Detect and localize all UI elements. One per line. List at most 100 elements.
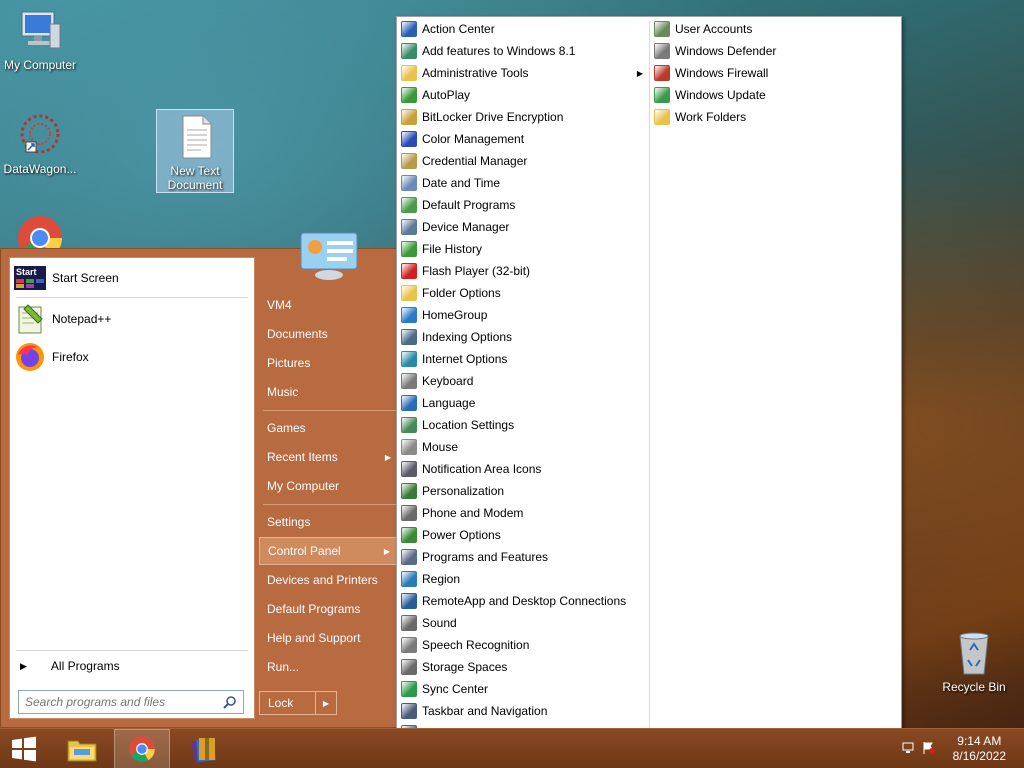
link-pictures[interactable]: Pictures <box>259 349 397 377</box>
cp-item-work-folders[interactable]: Work Folders <box>650 106 902 128</box>
cp-item-language[interactable]: Language <box>397 392 649 414</box>
cp-item-label: Storage Spaces <box>422 660 508 674</box>
cp-item-label: Power Options <box>422 528 501 542</box>
chrome-icon <box>128 735 156 763</box>
language-icon <box>401 395 417 411</box>
link-run[interactable]: Run... <box>259 653 397 681</box>
link-documents[interactable]: Documents <box>259 320 397 348</box>
cp-item-region[interactable]: Region <box>397 568 649 590</box>
link-label: Control Panel <box>268 544 341 558</box>
cp-item-internet-options[interactable]: Internet Options <box>397 348 649 370</box>
taskbar-chrome[interactable] <box>114 729 170 768</box>
link-games[interactable]: Games <box>259 414 397 442</box>
search-icon[interactable] <box>223 695 237 709</box>
taskbar-archive-app[interactable] <box>176 729 232 768</box>
cp-item-windows-firewall[interactable]: Windows Firewall <box>650 62 902 84</box>
link-devices-and-printers[interactable]: Devices and Printers <box>259 566 397 594</box>
homegroup-icon <box>401 307 417 323</box>
cp-item-storage-spaces[interactable]: Storage Spaces <box>397 656 649 678</box>
cp-item-label: Sync Center <box>422 682 489 696</box>
link-label: Default Programs <box>267 602 361 616</box>
datawagon-icon <box>16 112 64 158</box>
cp-item-phone-and-modem[interactable]: Phone and Modem <box>397 502 649 524</box>
personalization-icon <box>401 483 417 499</box>
user-picture <box>299 231 359 281</box>
cp-item-credential-manager[interactable]: Credential Manager <box>397 150 649 172</box>
flag-icon <box>401 21 417 37</box>
link-label: Games <box>267 421 306 435</box>
cp-item-administrative-tools[interactable]: Administrative Tools ▶ <box>397 62 649 84</box>
cp-item-label: Personalization <box>422 484 505 498</box>
cp-item-label: Add features to Windows 8.1 <box>422 44 576 58</box>
cp-item-location-settings[interactable]: Location Settings <box>397 414 649 436</box>
start-button[interactable] <box>0 729 48 768</box>
desktop-icon-new-text-document[interactable]: New Text Document <box>156 109 234 193</box>
link-music[interactable]: Music <box>259 378 397 406</box>
desktop-icon-my-computer[interactable]: My Computer <box>0 8 80 72</box>
link-recent-items[interactable]: Recent Items ▶ <box>259 443 397 471</box>
lock-button[interactable]: Lock <box>260 692 316 714</box>
cp-item-homegroup[interactable]: HomeGroup <box>397 304 649 326</box>
lock-options-button[interactable]: ▶ <box>316 699 336 708</box>
cp-item-indexing-options[interactable]: Indexing Options <box>397 326 649 348</box>
cp-item-label: Default Programs <box>422 198 516 212</box>
cp-item-notification-area-icons[interactable]: Notification Area Icons <box>397 458 649 480</box>
default-programs-icon <box>401 197 417 213</box>
link-label: Music <box>267 385 299 399</box>
cp-item-label: Keyboard <box>422 374 474 388</box>
action-center-flag-icon[interactable] <box>922 741 936 755</box>
cp-item-remoteapp-and-desktop-connections[interactable]: RemoteApp and Desktop Connections <box>397 590 649 612</box>
link-default-programs[interactable]: Default Programs <box>259 595 397 623</box>
cp-item-mouse[interactable]: Mouse <box>397 436 649 458</box>
cp-item-power-options[interactable]: Power Options <box>397 524 649 546</box>
all-programs-button[interactable]: ▶ All Programs <box>14 654 250 678</box>
pinned-notepadpp[interactable]: Notepad++ <box>14 302 250 336</box>
cp-item-user-accounts[interactable]: User Accounts <box>650 18 902 40</box>
pinned-start-screen[interactable]: Start Start Screen <box>14 264 250 292</box>
link-help-and-support[interactable]: Help and Support <box>259 624 397 652</box>
link-my-computer[interactable]: My Computer <box>259 472 397 500</box>
credential-icon <box>401 153 417 169</box>
cp-item-file-history[interactable]: File History <box>397 238 649 260</box>
cp-item-label: Windows Update <box>675 88 766 102</box>
cp-item-speech-recognition[interactable]: Speech Recognition <box>397 634 649 656</box>
cp-item-action-center[interactable]: Action Center <box>397 18 649 40</box>
cp-item-windows-update[interactable]: Windows Update <box>650 84 902 106</box>
clock-time: 9:14 AM <box>957 734 1002 748</box>
cp-item-bitlocker-drive-encryption[interactable]: BitLocker Drive Encryption <box>397 106 649 128</box>
link-label: Documents <box>267 327 328 341</box>
desktop-icon-datawagon[interactable]: DataWagon... <box>0 112 80 176</box>
divider <box>263 410 397 411</box>
search-box[interactable] <box>18 690 244 714</box>
cp-item-autoplay[interactable]: AutoPlay <box>397 84 649 106</box>
key-icon <box>401 109 417 125</box>
cp-item-label: Language <box>422 396 476 410</box>
cp-item-folder-options[interactable]: Folder Options <box>397 282 649 304</box>
cp-item-color-management[interactable]: Color Management <box>397 128 649 150</box>
cp-item-device-manager[interactable]: Device Manager <box>397 216 649 238</box>
link-vm4[interactable]: VM4 <box>259 291 397 319</box>
network-icon[interactable] <box>902 741 916 755</box>
link-settings[interactable]: Settings <box>259 508 397 536</box>
taskbar-file-explorer[interactable] <box>54 729 110 768</box>
cp-item-keyboard[interactable]: Keyboard <box>397 370 649 392</box>
cp-item-sound[interactable]: Sound <box>397 612 649 634</box>
cp-item-label: Credential Manager <box>422 154 528 168</box>
cp-item-taskbar-and-navigation[interactable]: Taskbar and Navigation <box>397 700 649 722</box>
monitor-icon <box>16 8 64 54</box>
cp-item-personalization[interactable]: Personalization <box>397 480 649 502</box>
cp-item-programs-and-features[interactable]: Programs and Features <box>397 546 649 568</box>
desktop-icon-recycle-bin[interactable]: Recycle Bin <box>934 630 1014 694</box>
link-control-panel[interactable]: Control Panel ▶ <box>259 537 397 565</box>
taskbar: 9:14 AM 8/16/2022 <box>0 728 1024 768</box>
cp-item-sync-center[interactable]: Sync Center <box>397 678 649 700</box>
cp-item-date-and-time[interactable]: Date and Time <box>397 172 649 194</box>
cp-item-add-features-to-windows-8-1[interactable]: Add features to Windows 8.1 <box>397 40 649 62</box>
cp-item-default-programs[interactable]: Default Programs <box>397 194 649 216</box>
pinned-firefox[interactable]: Firefox <box>14 340 250 374</box>
cp-item-windows-defender[interactable]: Windows Defender <box>650 40 902 62</box>
cp-item-flash-player-32-bit[interactable]: Flash Player (32-bit) <box>397 260 649 282</box>
search-input[interactable] <box>25 695 215 709</box>
clock[interactable]: 9:14 AM 8/16/2022 <box>953 734 1006 764</box>
remoteapp-icon <box>401 593 417 609</box>
